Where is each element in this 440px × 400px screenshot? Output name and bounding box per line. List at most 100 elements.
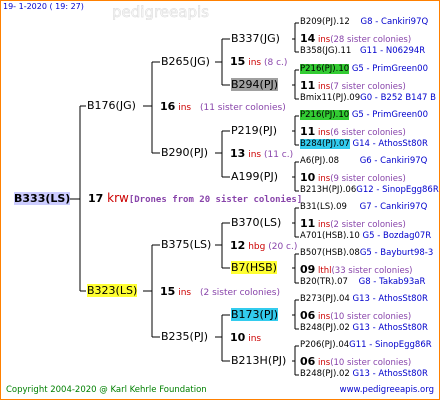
g3-meta: 09 lthl(33 sister colonies): [300, 263, 412, 276]
g1-meta: 15 ins (2 sister colonies): [160, 285, 280, 298]
g4-origin: G13 - AthosSt80R: [352, 369, 428, 379]
root-queen[interactable]: B333(LS): [14, 192, 71, 205]
g2-ins: ins: [248, 334, 262, 344]
g3-num: 06: [300, 355, 316, 368]
g3-num: 06: [300, 309, 316, 322]
g4-origin: G5 - Bozdag07R: [362, 231, 432, 241]
g4-row[interactable]: B209(PJ).12 G8 - Cankiri97Q: [300, 17, 428, 27]
g4-queen: B248(PJ).02: [300, 369, 350, 379]
g4-row[interactable]: P216(PJ).10 G5 - PrimGreen00: [300, 110, 428, 120]
g3-note: (2 sister colonies): [330, 220, 406, 230]
g3-queen[interactable]: B213H(PJ): [231, 354, 286, 367]
g4-row[interactable]: A6(PJ).08 G6 - Cankiri97Q: [300, 156, 427, 166]
g4-origin: G5 - PrimGreen00: [351, 110, 428, 120]
g1-queen[interactable]: B323(LS): [87, 284, 138, 297]
g4-queen: P216(PJ).10: [300, 64, 350, 74]
g4-queen: B213H(PJ).06: [300, 185, 357, 195]
g3-num: 11: [300, 125, 316, 138]
g4-origin: G13 - AthosSt80R: [352, 294, 428, 304]
g2-num: 13: [230, 147, 246, 160]
g4-origin: G6 - Cankiri97Q: [359, 156, 428, 166]
g4-queen: B31(LS).09: [300, 202, 347, 212]
g4-queen: B284(PJ).07: [300, 139, 350, 149]
g4-row[interactable]: B507(HSB).08G5 - Bayburt98-3: [300, 248, 433, 258]
g4-row[interactable]: B358(JG).11 G11 - N06294R: [300, 46, 425, 56]
g3-meta: 10 ins(9 sister colonies): [300, 171, 406, 184]
g4-row[interactable]: B31(LS).09 G7 - Cankiri97Q: [300, 202, 427, 212]
g2-queen[interactable]: B375(LS): [161, 238, 211, 251]
g4-row[interactable]: B248(PJ).02 G13 - AthosSt80R: [300, 323, 428, 333]
g4-row[interactable]: A701(HSB).10 G5 - Bozdag07R: [300, 231, 431, 241]
g2-note: (8 c.): [263, 58, 288, 68]
g2-meta: 13 ins (11 c.): [230, 147, 293, 160]
g2-meta: 12 hbg (20 c.): [230, 239, 297, 252]
root-num: 17: [88, 192, 104, 205]
g4-row[interactable]: P206(PJ).04G11 - SinopEgg86R: [300, 340, 432, 350]
copyright: Copyright 2004-2020 @ Karl Kehrle Founda…: [6, 385, 207, 395]
root-ins: krw: [107, 191, 129, 205]
g3-num: 11: [300, 217, 316, 230]
g3-queen[interactable]: B294(PJ): [231, 78, 279, 91]
g3-ins: ins: [318, 82, 331, 92]
g4-origin: G14 - AthosSt80R: [352, 139, 428, 149]
g3-queen[interactable]: P219(PJ): [231, 124, 277, 137]
g3-note: (33 sister colonies): [331, 266, 413, 276]
g4-origin: G11 - N06294R: [360, 46, 426, 56]
g4-queen: B248(PJ).02: [300, 323, 350, 333]
g4-row[interactable]: Bmix11(PJ).09G0 - B252 B147 B: [300, 93, 436, 103]
g4-origin: G8 - Cankiri97Q: [360, 17, 429, 27]
g2-note: (20 c.): [268, 242, 298, 252]
g3-ins: ins: [318, 312, 331, 322]
g3-queen[interactable]: B370(LS): [231, 216, 281, 229]
g3-ins: ins: [318, 128, 331, 138]
g3-queen[interactable]: A199(PJ): [231, 170, 278, 183]
site-link[interactable]: www.pedigreeapis.org: [340, 385, 434, 395]
g4-row[interactable]: B213H(PJ).06G12 - SinopEgg86R: [300, 185, 439, 195]
g4-origin: G12 - SinopEgg86R: [356, 185, 439, 195]
g4-queen: P216(PJ).10: [300, 110, 350, 120]
g3-meta: 11 ins(2 sister colonies): [300, 217, 406, 230]
g2-queen[interactable]: B235(PJ): [161, 330, 208, 343]
g3-queen[interactable]: B7(HSB): [231, 261, 277, 274]
g4-row[interactable]: P216(PJ).10 G5 - PrimGreen00: [300, 64, 428, 74]
g4-row[interactable]: B284(PJ).07 G14 - AthosSt80R: [300, 139, 428, 149]
g4-row[interactable]: B248(PJ).02 G13 - AthosSt80R: [300, 369, 428, 379]
g1-note: (2 sister colonies): [199, 288, 280, 298]
g3-ins: ins: [318, 220, 331, 230]
g4-origin: G11 - SinopEgg86R: [349, 340, 432, 350]
g2-ins: hbg: [248, 242, 266, 252]
g4-row[interactable]: B273(PJ).04 G13 - AthosSt80R: [300, 294, 428, 304]
root-note: [Drones from 20 sister colonies]: [128, 195, 303, 205]
g4-row[interactable]: B20(TR).07 G8 - Takab93aR: [300, 277, 425, 287]
g2-queen[interactable]: B265(JG): [161, 55, 210, 68]
g1-meta: 16 ins (11 sister colonies): [160, 100, 286, 113]
g4-origin: G7 - Cankiri97Q: [359, 202, 428, 212]
g2-queen[interactable]: B290(PJ): [161, 146, 208, 159]
g4-queen: B20(TR).07: [300, 277, 348, 287]
g4-queen: B209(PJ).12: [300, 17, 350, 27]
g3-meta: 14 ins(28 sister colonies): [300, 32, 411, 45]
g3-note: (28 sister colonies): [330, 35, 412, 45]
g4-origin: G5 - Bayburt98-3: [359, 248, 434, 258]
g2-note: (11 c.): [263, 150, 294, 160]
g3-queen[interactable]: B173(PJ): [231, 308, 279, 321]
g1-num: 16: [160, 100, 176, 113]
g3-note: (9 sister colonies): [330, 174, 406, 184]
g3-ins: ins: [318, 358, 331, 368]
g3-note: (10 sister colonies): [330, 358, 412, 368]
g4-queen: A701(HSB).10: [300, 231, 360, 241]
g2-ins: ins: [248, 150, 262, 160]
g3-num: 14: [300, 32, 316, 45]
g4-queen: B507(HSB).08: [300, 248, 360, 258]
g3-queen[interactable]: B337(JG): [231, 32, 280, 45]
g3-num: 11: [300, 79, 316, 92]
g3-note: (7 sister colonies): [330, 82, 406, 92]
g4-queen: Bmix11(PJ).09: [300, 93, 361, 103]
g2-meta: 10 ins: [230, 331, 261, 344]
g3-meta: 11 ins(7 sister colonies): [300, 79, 406, 92]
g3-meta: 06 ins(10 sister colonies): [300, 309, 411, 322]
g3-meta: 11 ins(6 sister colonies): [300, 125, 406, 138]
g4-origin: G13 - AthosSt80R: [352, 323, 428, 333]
g2-num: 10: [230, 331, 246, 344]
g1-queen[interactable]: B176(JG): [87, 99, 136, 112]
